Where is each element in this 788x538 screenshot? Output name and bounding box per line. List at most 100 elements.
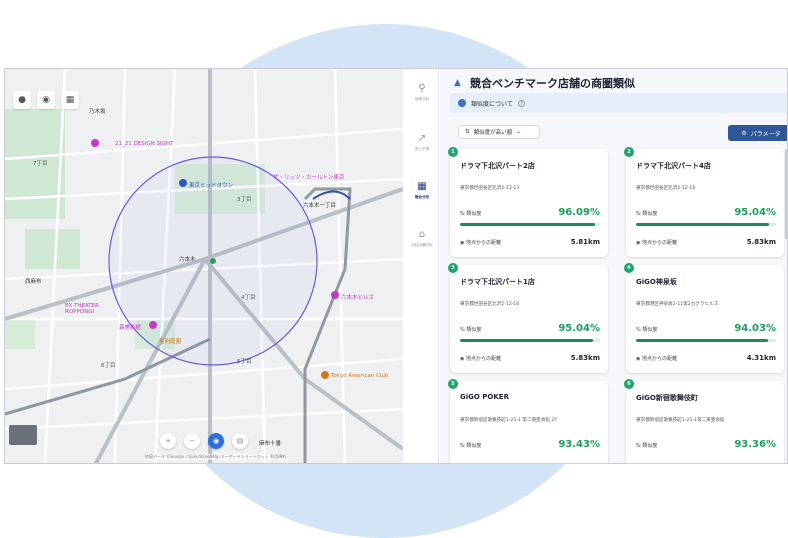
location-icon: ◉ (636, 239, 641, 246)
store-card[interactable]: 5 GiGO POKER 東京都新宿区歌舞伎町1-21-1 第二東亜会館 2F … (448, 379, 608, 463)
similarity-row: % 類似度 96.09% (460, 207, 600, 219)
map-attribution: 地図データ ©Google / OpenStreetMap キーボードショートカ… (145, 454, 287, 460)
similarity-label: % 類似度 (636, 443, 658, 449)
poi-marker[interactable] (179, 179, 187, 187)
location-icon: ◉ (460, 239, 465, 246)
rank-badge: 6 (624, 379, 634, 389)
similarity-bar (460, 339, 600, 342)
map-label-nishiazabu: 西麻布 (25, 279, 42, 285)
camera-icon[interactable]: ◉ (208, 433, 224, 449)
store-name: ドラマ下北沢パート2店 (460, 162, 535, 170)
distance-row: ◉ 地点からの距離 5.83km (636, 237, 776, 247)
poi-marker[interactable] (331, 291, 339, 299)
store-icon: ⌂ (418, 229, 426, 240)
map-label-tokyo-american-club: Tokyo American Club (331, 373, 389, 379)
map-label-chome3: 3丁目 (237, 197, 252, 203)
store-card[interactable]: 1 ドラマ下北沢パート2店 東京都世田谷区北沢2-13-13 % 類似度 96.… (448, 147, 608, 257)
nav-label: 自社店舗分析 (411, 243, 433, 247)
store-name: GiGO新宿歌舞伎町 (636, 394, 698, 402)
chart-icon: ↗ (417, 133, 427, 144)
map-label-chome7: 7丁目 (33, 161, 48, 167)
distance-row: ◉ 地点からの距離 5.83km (460, 353, 600, 363)
similarity-bar-fill (636, 223, 770, 226)
map-label-midtown: 東京ミッドタウン (189, 183, 234, 189)
layers-icon[interactable]: ▤ (232, 433, 248, 449)
map-label-roppongi-hills: 六本木ヒルズ (341, 295, 375, 301)
store-name: GiGO神泉坂 (636, 278, 677, 286)
map-view[interactable]: ● ◉ ▦ 乃木坂 21_21 DESIGN SIGHT 西麻布 東京ミッドタウ… (5, 69, 403, 463)
similarity-value: 94.03% (734, 323, 776, 334)
similarity-row: % 類似度 95.04% (460, 323, 600, 335)
store-address: 東京都世田谷区北沢2-12-16 (460, 302, 520, 307)
similarity-bar (636, 339, 776, 342)
rank-badge: 3 (448, 263, 458, 273)
store-card[interactable]: 2 ドラマ下北沢パート4店 東京都世田谷区北沢2-12-15 % 類似度 95.… (624, 147, 784, 257)
pin-icon: ⚲ (418, 83, 426, 94)
zoom-out-icon[interactable]: − (184, 433, 200, 449)
nav-item-area-analysis[interactable]: ⚲ 地域分析 (405, 83, 439, 102)
map-label-chome5: 5丁目 (237, 359, 252, 365)
similarity-bar-fill (460, 339, 594, 342)
parameter-button[interactable]: ⚙ パラメータ (728, 125, 787, 141)
poi-marker[interactable] (149, 321, 157, 329)
info-icon (458, 99, 466, 107)
similarity-row: % 類似度 95.04% (636, 207, 776, 219)
map-label-chome6: 6丁目 (101, 363, 116, 369)
store-card[interactable]: 4 GiGO神泉坂 東京都港区神泉坂2-11第2カグラヒルズ % 類似度 94.… (624, 263, 784, 373)
store-name: ドラマ下北沢パート1店 (460, 278, 535, 286)
similarity-value: 96.09% (558, 207, 600, 218)
help-icon[interactable]: ? (517, 99, 525, 107)
page-title-text: 競合ベンチマーク店舗の商圏類似 (470, 77, 635, 90)
similarity-info-bar[interactable]: 類似度について ? (450, 93, 787, 113)
map-label-mouri-garden: 毛利庭園 (159, 339, 182, 345)
similarity-bar-fill (636, 339, 768, 342)
percent-icon: % (636, 443, 641, 449)
store-icon: ▲ (454, 78, 461, 88)
map-label-ritz: ザ・リッツ・カールトン東京 (273, 175, 345, 181)
map-tools: ● ◉ ▦ (13, 91, 79, 109)
gear-icon: ⚙ (741, 129, 747, 137)
distance-label: ◉ 地点からの距離 (636, 355, 677, 362)
map-label-roppongi-1: 六本木一丁目 (303, 203, 337, 209)
location-icon: ◉ (460, 355, 465, 362)
map-label-mori-museum: 森美術館 (119, 325, 142, 331)
store-card[interactable]: 3 ドラマ下北沢パート1店 東京都世田谷区北沢2-12-16 % 類似度 95.… (448, 263, 608, 373)
poi-marker[interactable] (321, 371, 329, 379)
rank-badge: 5 (448, 379, 458, 389)
similarity-label: % 類似度 (460, 327, 482, 333)
store-address: 東京都世田谷区北沢2-12-15 (636, 186, 696, 191)
distance-row: ◉ 地点からの距離 5.81km (460, 237, 600, 247)
similarity-bar (636, 223, 776, 226)
sort-icon: ⇅ (465, 129, 470, 135)
similarity-value: 93.36% (734, 439, 776, 450)
distance-value: 5.83km (746, 238, 776, 246)
street-view-thumbnail[interactable] (9, 425, 37, 445)
zoom-in-icon[interactable]: + (160, 433, 176, 449)
map-label-azabu-juban: 麻布十番 (259, 441, 282, 447)
rank-badge: 1 (448, 147, 458, 157)
similarity-bar-fill (460, 223, 595, 226)
building-icon: ▦ (417, 181, 427, 192)
building-icon[interactable]: ▦ (61, 91, 79, 109)
nav-item-own-store-analysis[interactable]: ⌂ 自社店舗分析 (405, 229, 439, 248)
location-icon[interactable]: ◉ (37, 91, 55, 109)
nav-item-competitor-analysis[interactable]: ▦ 競合分析 (405, 181, 439, 200)
sort-select[interactable]: ⇅ 類似度が高い順 ⌄ (458, 125, 540, 139)
distance-label: ◉ 地点からの距離 (636, 239, 677, 246)
similarity-value: 93.43% (558, 439, 600, 450)
percent-icon: % (636, 211, 641, 217)
nav-label: 競合分析 (414, 195, 430, 199)
nav-label: 売上予測 (414, 147, 430, 151)
nav-item-sales-forecast[interactable]: ↗ 売上予測 (405, 133, 439, 152)
map-label-roppongi: 六本木 (179, 257, 196, 263)
store-address: 東京都新宿区歌舞伎町1-21-1 第二東亜会館 2F (460, 418, 557, 423)
pin-icon[interactable]: ● (13, 91, 31, 109)
store-address: 東京都港区神泉坂2-11第2カグラヒルズ (636, 302, 719, 307)
store-card[interactable]: 6 GiGO新宿歌舞伎町 東京都新宿区歌舞伎町1-21-1第二東亜会館 % 類似… (624, 379, 784, 463)
percent-icon: % (636, 327, 641, 333)
poi-marker[interactable] (91, 139, 99, 147)
similarity-label: % 類似度 (460, 211, 482, 217)
distance-value: 4.31km (746, 354, 776, 362)
benchmark-panel: ▲ 競合ベンチマーク店舗の商圏類似 類似度について ? ⇅ 類似度が高い順 ⌄ … (440, 69, 787, 463)
chevron-down-icon: ⌄ (516, 129, 521, 135)
